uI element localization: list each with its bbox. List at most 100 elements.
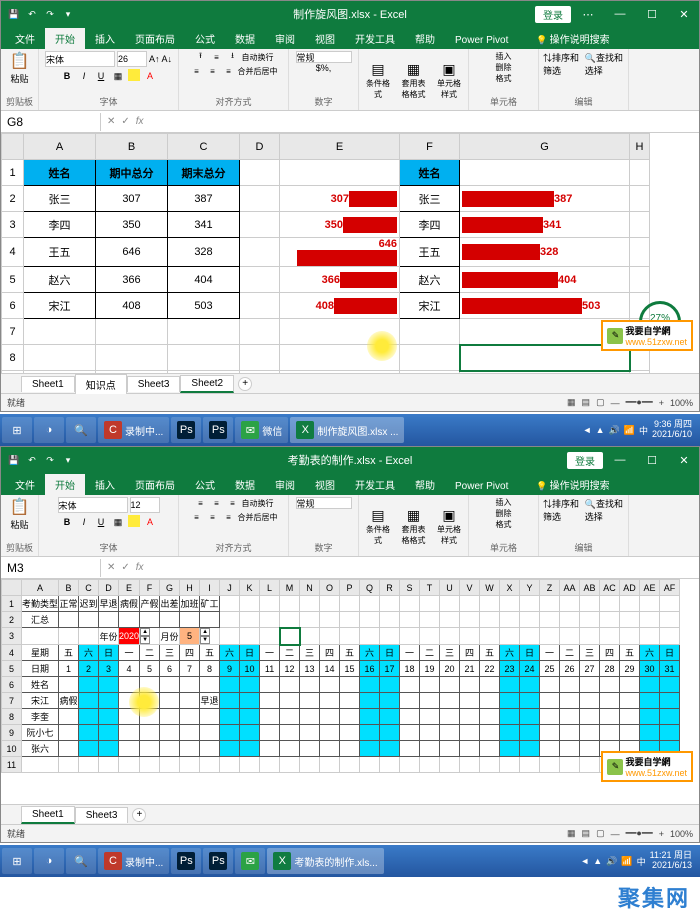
row-header[interactable]: 6 bbox=[2, 677, 22, 693]
cell[interactable] bbox=[400, 693, 420, 709]
clock[interactable]: 9:36 周四2021/6/10 bbox=[652, 420, 692, 440]
cell[interactable] bbox=[99, 677, 119, 693]
cell[interactable] bbox=[440, 693, 460, 709]
tray-icon[interactable]: ◄ bbox=[583, 425, 592, 435]
cell[interactable] bbox=[24, 319, 96, 345]
cell[interactable] bbox=[580, 709, 600, 725]
tab-help[interactable]: 帮助 bbox=[405, 474, 445, 495]
cell[interactable]: 五 bbox=[620, 645, 640, 661]
col-header[interactable]: S bbox=[400, 580, 420, 596]
cell[interactable] bbox=[500, 677, 520, 693]
cell[interactable] bbox=[96, 371, 168, 373]
col-header[interactable]: T bbox=[420, 580, 440, 596]
cell[interactable]: 1 bbox=[59, 661, 79, 677]
tab-file[interactable]: 文件 bbox=[5, 474, 45, 495]
format-cells-button[interactable]: 格式 bbox=[496, 74, 512, 83]
cell[interactable] bbox=[260, 677, 280, 693]
cell[interactable] bbox=[620, 612, 640, 628]
taskbar-start[interactable]: ⊞ bbox=[2, 848, 32, 874]
save-icon[interactable]: 💾 bbox=[7, 453, 21, 467]
cell[interactable] bbox=[140, 693, 160, 709]
cell[interactable]: 五 bbox=[480, 645, 500, 661]
minimize-icon[interactable]: — bbox=[605, 1, 635, 27]
row-header[interactable]: 7 bbox=[2, 693, 22, 709]
cell[interactable] bbox=[340, 757, 360, 773]
cell[interactable] bbox=[119, 677, 140, 693]
cell[interactable] bbox=[540, 628, 560, 645]
cell[interactable] bbox=[540, 677, 560, 693]
cell[interactable] bbox=[240, 160, 280, 186]
tray-icon[interactable]: 中 bbox=[639, 424, 648, 437]
tab-review[interactable]: 审阅 bbox=[265, 28, 305, 49]
cell[interactable] bbox=[620, 677, 640, 693]
cell[interactable] bbox=[320, 741, 340, 757]
cell[interactable] bbox=[280, 757, 300, 773]
cell[interactable] bbox=[340, 693, 360, 709]
find-select-button[interactable]: 🔍查找和选择 bbox=[585, 51, 624, 77]
cell[interactable] bbox=[260, 596, 280, 612]
undo-icon[interactable]: ↶ bbox=[25, 7, 39, 21]
fill-color-icon[interactable] bbox=[128, 69, 140, 81]
cell[interactable] bbox=[168, 345, 240, 371]
cell[interactable] bbox=[580, 725, 600, 741]
cell[interactable]: 二 bbox=[560, 645, 580, 661]
tray-icon[interactable]: 📶 bbox=[621, 856, 632, 867]
font-color-icon[interactable]: A bbox=[143, 515, 157, 529]
worksheet-area[interactable]: ABCDEFGH1姓名期中总分期末总分姓名2张三307387307张三3873李… bbox=[1, 133, 699, 373]
col-header[interactable]: H bbox=[630, 134, 650, 160]
cell[interactable]: 28 bbox=[600, 661, 620, 677]
underline-icon[interactable]: U bbox=[94, 69, 108, 83]
cell[interactable] bbox=[220, 693, 240, 709]
cell[interactable] bbox=[400, 757, 420, 773]
taskbar-cortana[interactable]: ◑ bbox=[34, 417, 64, 443]
cell[interactable] bbox=[630, 371, 650, 373]
cell[interactable] bbox=[220, 628, 240, 645]
cell[interactable]: 二 bbox=[420, 645, 440, 661]
cell[interactable]: 张六 bbox=[22, 741, 59, 757]
cell[interactable]: 二 bbox=[280, 645, 300, 661]
cell[interactable] bbox=[180, 725, 200, 741]
cell[interactable] bbox=[119, 725, 140, 741]
cell[interactable] bbox=[280, 709, 300, 725]
cell[interactable]: 迟到 bbox=[79, 596, 99, 612]
italic-icon[interactable]: I bbox=[77, 69, 91, 83]
italic-icon[interactable]: I bbox=[77, 515, 91, 529]
tab-layout[interactable]: 页面布局 bbox=[125, 28, 185, 49]
name-box[interactable]: M3 bbox=[1, 559, 101, 577]
cell[interactable] bbox=[79, 677, 99, 693]
enter-icon[interactable]: ✓ bbox=[121, 562, 129, 573]
cell[interactable] bbox=[540, 596, 560, 612]
cell[interactable] bbox=[320, 725, 340, 741]
cell[interactable] bbox=[630, 186, 650, 212]
cell[interactable] bbox=[520, 596, 540, 612]
cell[interactable] bbox=[24, 345, 96, 371]
cell[interactable] bbox=[119, 741, 140, 757]
cell[interactable] bbox=[400, 709, 420, 725]
cell[interactable] bbox=[600, 596, 620, 612]
cell[interactable] bbox=[420, 725, 440, 741]
tab-formula[interactable]: 公式 bbox=[185, 474, 225, 495]
cell[interactable] bbox=[200, 725, 220, 741]
insert-cells-button[interactable]: 插入 bbox=[496, 52, 512, 61]
cell[interactable]: 姓名 bbox=[22, 677, 59, 693]
cell[interactable]: 李四 bbox=[400, 212, 460, 238]
cell[interactable] bbox=[580, 693, 600, 709]
redo-icon[interactable]: ↷ bbox=[43, 453, 57, 467]
row-header[interactable]: 6 bbox=[2, 293, 24, 319]
cell[interactable] bbox=[420, 596, 440, 612]
cell[interactable] bbox=[180, 612, 200, 628]
cell[interactable] bbox=[440, 725, 460, 741]
cell[interactable] bbox=[240, 319, 280, 345]
cell[interactable] bbox=[59, 757, 79, 773]
number-format-select[interactable] bbox=[296, 51, 352, 63]
cell[interactable] bbox=[280, 319, 400, 345]
cell[interactable]: 一 bbox=[540, 645, 560, 661]
cell[interactable] bbox=[320, 709, 340, 725]
cell[interactable] bbox=[240, 628, 260, 645]
cell[interactable] bbox=[140, 741, 160, 757]
col-header[interactable]: AF bbox=[660, 580, 680, 596]
cell[interactable] bbox=[380, 725, 400, 741]
cell[interactable] bbox=[600, 709, 620, 725]
cell[interactable]: 27 bbox=[580, 661, 600, 677]
cell[interactable] bbox=[59, 709, 79, 725]
